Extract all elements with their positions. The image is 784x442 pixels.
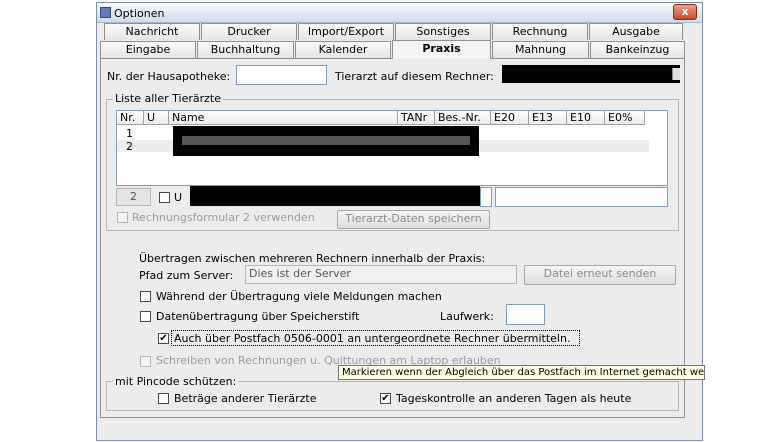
table-row-nr[interactable]: 2 (126, 140, 133, 153)
tab-ausgabe[interactable]: Ausgabe (589, 23, 683, 40)
opt-postfach-checkbox[interactable]: ✔ (158, 333, 169, 344)
column-header-besnr[interactable]: Bes.-Nr. (435, 111, 491, 125)
tab-mahnung[interactable]: Mahnung (492, 41, 589, 58)
tab-rechnung[interactable]: Rechnung (492, 23, 588, 40)
tierarzt-label: Tierarzt auf diesem Rechner: (335, 70, 494, 83)
tab-buchhaltung[interactable]: Buchhaltung (197, 41, 294, 58)
column-header-e20[interactable]: E20 (491, 111, 529, 125)
opt-daily-checkbox[interactable]: ✔ (380, 393, 391, 404)
transfer-heading: Übertragen zwischen mehreren Rechnern in… (139, 252, 486, 265)
opt-other-vets-checkbox[interactable] (158, 393, 169, 404)
tab-nachricht[interactable]: Nachricht (104, 23, 200, 40)
column-header-e0[interactable]: E0% (605, 111, 645, 125)
save-vet-data-button[interactable]: Tierarzt-Daten speichern (337, 210, 490, 229)
opt-laptop-checkbox[interactable] (140, 356, 151, 367)
column-header-e10[interactable]: E10 (567, 111, 605, 125)
tab-drucker[interactable]: Drucker (201, 23, 297, 40)
laufwerk-input[interactable] (506, 304, 545, 325)
vet-list-legend: Liste aller Tierärzte (113, 92, 223, 105)
close-button[interactable]: x (673, 4, 697, 20)
tab-eingabe[interactable]: Eingabe (100, 41, 196, 58)
column-header-u[interactable]: U (144, 111, 169, 125)
edit-name-redacted[interactable] (190, 186, 480, 206)
opt-other-vets-label: Beträge anderer Tierärzte (174, 392, 317, 405)
opt-messages-checkbox[interactable] (140, 291, 151, 302)
chevron-down-icon[interactable] (672, 68, 680, 80)
hausapotheke-input[interactable] (236, 65, 327, 85)
rechnungsformular-checkbox[interactable] (117, 212, 128, 223)
tierarzt-select-redacted[interactable] (502, 65, 680, 83)
column-header-tanr[interactable]: TANr (398, 111, 435, 125)
tab-kalender[interactable]: Kalender (295, 41, 391, 58)
opt-postfach-label[interactable]: Auch über Postfach 0506-0001 an untergeo… (174, 332, 570, 345)
laufwerk-label: Laufwerk: (440, 310, 494, 323)
opt-messages-label: Während der Übertragung viele Meldungen … (156, 290, 442, 303)
hausapotheke-label: Nr. der Hausapotheke: (107, 70, 231, 83)
edit-field-wide[interactable] (495, 187, 668, 207)
rechnungsformular-label: Rechnungsformular 2 verwenden (132, 211, 315, 224)
opt-stick-label: Datenübertragung über Speicherstift (156, 310, 360, 323)
tab-sonstiges[interactable]: Sonstiges (395, 23, 491, 40)
resend-file-button[interactable]: Datei erneut senden (524, 265, 676, 285)
tab-praxis[interactable]: Praxis (392, 40, 491, 59)
vet-name-redacted-bar (182, 136, 470, 145)
edit-u-label: U (174, 191, 183, 204)
title-bar[interactable] (97, 3, 702, 23)
table-row-nr[interactable]: 1 (126, 127, 133, 140)
column-header-e13[interactable]: E13 (529, 111, 567, 125)
server-path-label: Pfad zum Server: (139, 269, 234, 282)
server-path-input[interactable]: Dies ist der Server (245, 265, 517, 284)
pincode-legend: mit Pincode schützen: (113, 375, 239, 388)
window-title: Optionen (114, 7, 165, 20)
postfach-tooltip: Markieren wenn der Abgleich über das Pos… (338, 365, 705, 380)
edit-u-checkbox[interactable] (159, 192, 170, 203)
opt-stick-checkbox[interactable] (140, 311, 151, 322)
edit-field-small[interactable] (480, 187, 492, 207)
column-header-name[interactable]: Name (169, 111, 398, 125)
app-icon (100, 7, 111, 18)
opt-daily-label: Tageskontrolle an anderen Tagen als heut… (396, 392, 632, 405)
tab-import-export[interactable]: Import/Export (298, 23, 394, 40)
column-header-nr[interactable]: Nr. (117, 111, 144, 125)
edit-nr-field[interactable]: 2 (116, 188, 151, 206)
tab-bankeinzug[interactable]: Bankeinzug (590, 41, 685, 58)
